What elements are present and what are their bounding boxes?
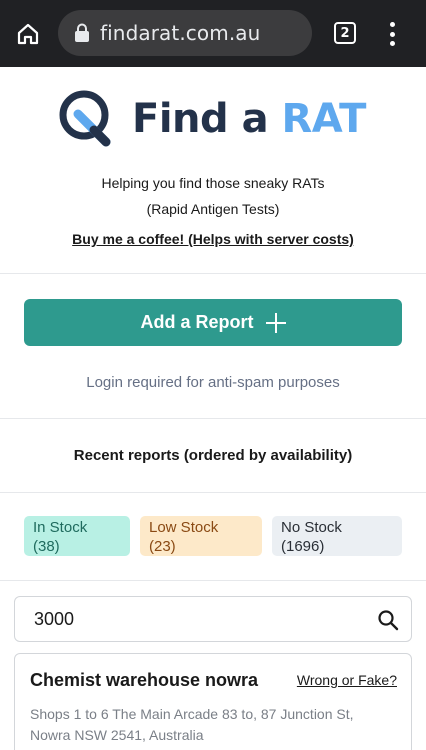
tab-switcher-button[interactable]: 2 [334, 22, 356, 44]
divider [0, 418, 426, 419]
home-button[interactable] [14, 20, 42, 48]
buy-coffee-link[interactable]: Buy me a coffee! (Helps with server cost… [0, 231, 426, 247]
in-stock-label: In Stock [33, 519, 88, 536]
low-stock-label: Low Stock [149, 519, 219, 536]
address-bar[interactable]: findarat.com.au [58, 10, 312, 56]
store-name: Chemist warehouse nowra [30, 670, 259, 690]
magnifier-logo-icon [59, 90, 111, 147]
low-stock-filter[interactable]: Low Stock (23) [140, 516, 262, 556]
login-note: Login required for anti-spam purposes [86, 374, 340, 391]
address-line-1: Shops 1 to 6 The Main Arcade 83 to, 87 J… [30, 706, 354, 722]
address-line-2: Nowra NSW 2541, Australia [30, 727, 204, 743]
lock-icon [75, 23, 89, 42]
divider [0, 580, 426, 581]
search-input[interactable]: 3000 [14, 596, 412, 642]
recent-reports-title: Recent reports (ordered by availability) [73, 447, 353, 464]
site-logo[interactable]: Find a RAT [58, 88, 366, 150]
tagline-line-1: Helping you find those sneaky RATs [101, 175, 325, 191]
browser-toolbar: findarat.com.au 2 [0, 0, 426, 67]
plus-icon [265, 312, 286, 333]
no-stock-filter[interactable]: No Stock (1696) [272, 516, 402, 556]
low-stock-count: (23) [149, 538, 176, 555]
tagline-line-2: (Rapid Antigen Tests) [146, 201, 280, 217]
search-icon[interactable] [377, 609, 399, 631]
no-stock-count: (1696) [281, 538, 325, 555]
add-report-label: Add a Report [140, 312, 254, 332]
logo-rat: RAT [281, 96, 367, 142]
report-card[interactable]: Chemist warehouse nowra Wrong or Fake? S… [14, 653, 412, 750]
logo-find: Find a [132, 96, 282, 142]
in-stock-count: (38) [33, 538, 60, 555]
more-vert-icon[interactable] [386, 22, 398, 46]
divider [0, 273, 426, 274]
url-text: findarat.com.au [100, 21, 261, 45]
home-icon [17, 23, 39, 45]
search-value: 3000 [34, 608, 75, 629]
wrong-or-fake-link[interactable]: Wrong or Fake? [297, 672, 397, 688]
tab-count: 2 [340, 25, 350, 41]
add-report-button[interactable]: Add a Report [24, 299, 402, 346]
in-stock-filter[interactable]: In Stock (38) [24, 516, 130, 556]
divider [0, 492, 426, 493]
logo-text: Find a RAT [132, 96, 366, 142]
no-stock-label: No Stock [281, 519, 342, 536]
store-address: Shops 1 to 6 The Main Arcade 83 to, 87 J… [30, 704, 360, 746]
